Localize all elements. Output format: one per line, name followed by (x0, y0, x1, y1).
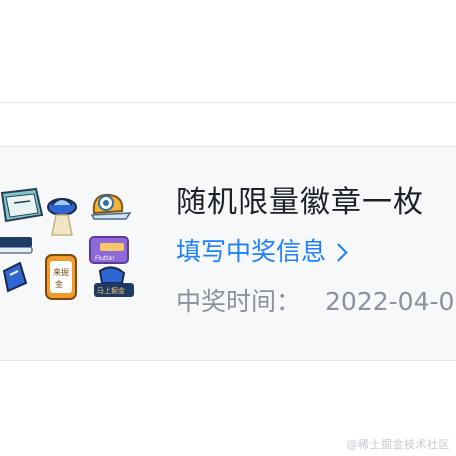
flutter-badge-icon: Flutter (89, 236, 129, 264)
award-time-label: 中奖时间： (176, 287, 302, 316)
book-badge-icon (0, 187, 44, 223)
watermark: @稀土掘金技术社区 (346, 438, 450, 451)
mashangjuejin-badge-icon: 马上掘金 (94, 266, 134, 297)
fill-winner-info-label[interactable]: 填写中奖信息 (176, 235, 326, 269)
laijuejin-badge-icon: 来掘 金 (45, 254, 77, 300)
prize-title: 随机限量徽章一枚 (176, 185, 424, 220)
prize-card: Flutter 来掘 金 马上掘金 随机限量徽章一枚 填写中奖信息 中奖时间： (0, 146, 456, 361)
svg-text:马上掘金: 马上掘金 (97, 286, 125, 295)
ufo-badge-icon (47, 198, 77, 236)
badge-collection-image: Flutter 来掘 金 马上掘金 (0, 187, 134, 300)
award-time: 中奖时间： 2022-04-0 (176, 285, 454, 319)
bar-badge-icon (0, 237, 33, 254)
svg-text:Flutter: Flutter (95, 255, 115, 262)
svg-text:来掘: 来掘 (53, 268, 69, 277)
fill-winner-info-link[interactable]: 填写中奖信息 (176, 235, 454, 269)
snail-badge-icon (90, 193, 132, 220)
chevron-right-icon[interactable] (329, 243, 348, 262)
blue-gem-badge-icon (2, 261, 28, 293)
svg-text:金: 金 (55, 279, 63, 289)
previous-card-area (0, 0, 456, 103)
award-time-value: 2022-04-0 (325, 287, 455, 316)
prize-info: 随机限量徽章一枚 填写中奖信息 中奖时间： 2022-04-0 (176, 183, 454, 319)
